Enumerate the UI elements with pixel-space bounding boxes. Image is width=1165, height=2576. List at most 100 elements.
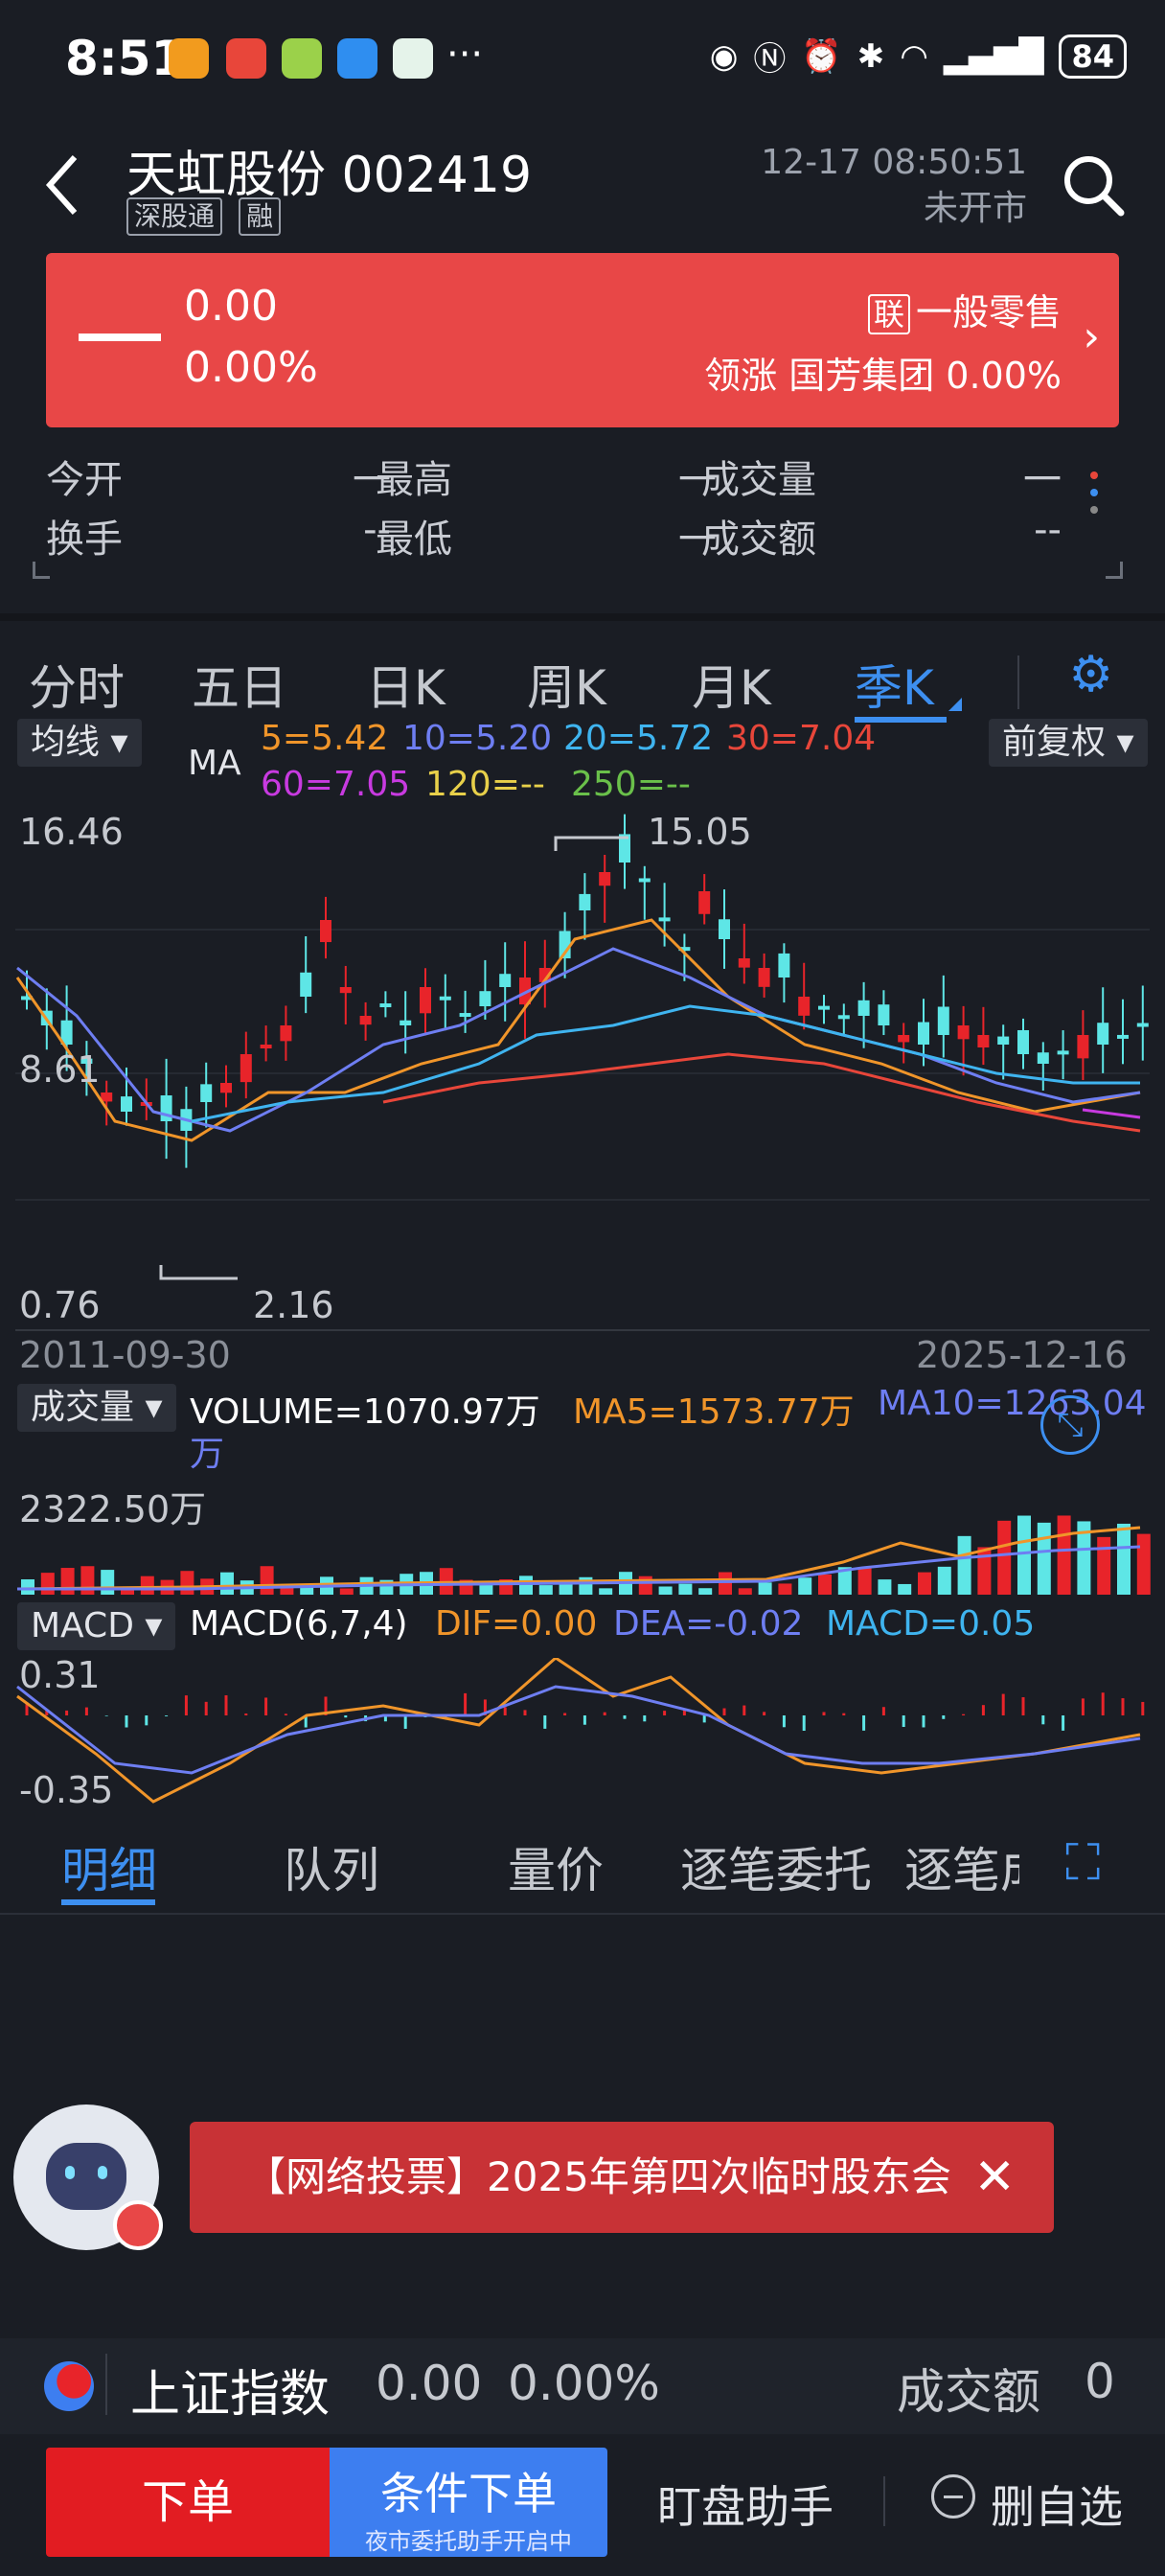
remove-watchlist-button[interactable]: 删自选: [991, 2472, 1123, 2536]
ma-selector-dropdown[interactable]: 均线 ▾: [17, 719, 142, 767]
candle-body: [878, 1004, 890, 1025]
tab-quarterly-k[interactable]: 季K: [855, 650, 934, 719]
candle-body: [1017, 1029, 1029, 1054]
conditional-order-button[interactable]: 条件下单 夜市委托助手开启中: [330, 2448, 607, 2557]
candle-body: [798, 997, 811, 1016]
tab-daily-k[interactable]: 日K: [366, 650, 445, 719]
candle-body: [479, 991, 491, 1006]
bluetooth-icon: ✱: [857, 36, 885, 76]
macd-value: MACD=0.05: [826, 1604, 1036, 1644]
volume-ma5: MA5=1573.77万: [573, 1392, 855, 1432]
price-change-pct: 0.00%: [184, 343, 318, 392]
ma60-legend: 60=7.05: [261, 765, 411, 804]
candle-body: [240, 1054, 252, 1083]
index-logo-icon: [44, 2361, 94, 2411]
volume-chart: [16, 1515, 1151, 1595]
stat-label: 最高: [376, 458, 452, 502]
volume-value: VOLUME=1070.97万: [190, 1392, 540, 1432]
stat-value: 一: [678, 458, 717, 502]
tab-tick-trades[interactable]: 逐笔成交: [904, 1832, 1019, 1901]
candle-body: [1136, 1023, 1149, 1027]
candle-body: [459, 1013, 471, 1018]
ma5-legend: 5=5.42: [261, 719, 389, 758]
price-axis-top: 16.46: [19, 811, 124, 853]
volume-bar: [758, 1582, 772, 1595]
gear-icon[interactable]: ⚙: [1068, 646, 1113, 703]
tab-five-day[interactable]: 五日: [192, 650, 287, 719]
candle-body: [320, 920, 331, 943]
volume-bar: [60, 1568, 75, 1595]
volume-bar: [937, 1566, 951, 1595]
candle-body: [400, 1020, 412, 1025]
tab-detail[interactable]: 明细: [61, 1832, 157, 1901]
tab-intraday[interactable]: 分时: [29, 650, 125, 719]
app-notification-icon: [337, 38, 377, 79]
high-price-label: 15.05: [648, 811, 752, 853]
notice-banner[interactable]: 【网络投票】2025年第四次临时股东会 ✕: [190, 2122, 1054, 2233]
candle-body: [439, 996, 451, 1000]
stat-label: 换手: [46, 518, 123, 562]
macd-selector-dropdown[interactable]: MACD ▾: [17, 1602, 176, 1650]
end-date: 2025-12-16: [916, 1334, 1128, 1376]
candle-body: [121, 1096, 132, 1112]
candle-body: [698, 891, 711, 914]
price-banner[interactable]: 0.00 0.00% 联一般零售 领涨 国芳集团 0.00% ›: [46, 253, 1119, 427]
volume-bar: [957, 1535, 971, 1595]
candle-body: [1117, 1034, 1129, 1039]
ma250-legend: 250=--: [571, 765, 691, 804]
volume-bar: [977, 1547, 992, 1595]
order-button[interactable]: 下单: [46, 2448, 330, 2557]
dropdown-triangle-icon: [948, 698, 962, 711]
search-icon[interactable]: [1060, 151, 1127, 218]
active-subtab-underline: [61, 1899, 155, 1905]
tab-volume-price[interactable]: 量价: [508, 1832, 604, 1901]
macd-chart: [16, 1658, 1145, 1804]
candle-body: [220, 1083, 232, 1093]
volume-bar: [818, 1574, 832, 1595]
candle-body: [1057, 1050, 1069, 1055]
candle-body: [957, 1025, 970, 1040]
close-icon[interactable]: ✕: [973, 2122, 1016, 2233]
tab-tick-orders[interactable]: 逐笔委托: [680, 1832, 872, 1901]
ma30-legend: 30=7.04: [726, 719, 877, 758]
candle-body: [499, 974, 512, 987]
volume-bar: [559, 1582, 573, 1595]
assistant-robot-avatar[interactable]: [13, 2104, 163, 2250]
more-dots-icon[interactable]: [1090, 472, 1100, 514]
tab-queue[interactable]: 队列: [284, 1832, 379, 1901]
volume-selector-dropdown[interactable]: 成交量 ▾: [17, 1384, 176, 1432]
index-value: 0.00: [376, 2356, 483, 2411]
status-bar: 8:51 ··· ◉ Ⓝ ⏰ ✱ ◠ ▂▄▆█ 84: [0, 0, 1165, 115]
volume-bar: [339, 1588, 354, 1595]
stock-header: 天虹股份 002419 深股通 融 12-17 08:50:51 未开市: [0, 125, 1165, 249]
volume-ma10: MA10=1263.04: [878, 1384, 1147, 1423]
candle-body: [1097, 1023, 1109, 1045]
fullscreen-icon[interactable]: ⛶: [1065, 1834, 1100, 1893]
macd-dif-line: [16, 1658, 1141, 1804]
volume-bar: [1017, 1515, 1031, 1595]
minus-circle-icon: [931, 2474, 975, 2518]
corner-bracket-right: [1106, 562, 1123, 579]
volume-bar: [260, 1566, 274, 1595]
expand-chart-icon[interactable]: ⤡: [1040, 1395, 1100, 1455]
volume-bar: [878, 1579, 892, 1595]
index-ticker-bar[interactable]: 上证指数 0.00 0.00% 成交额 0: [0, 2338, 1165, 2434]
adjust-dropdown[interactable]: 前复权 ▾: [989, 719, 1148, 767]
price-value: 0.00: [184, 282, 278, 331]
volume-bar: [220, 1572, 234, 1595]
tab-weekly-k[interactable]: 周K: [527, 650, 606, 719]
candle-body: [599, 872, 611, 886]
tab-monthly-k[interactable]: 月K: [692, 650, 771, 719]
market-status: 未开市: [923, 189, 1027, 228]
nfc-icon: Ⓝ: [753, 40, 787, 79]
eye-icon: ◉: [709, 36, 739, 76]
volume-bar: [101, 1570, 115, 1595]
kline-chart[interactable]: [0, 805, 1165, 1332]
volume-bar: [918, 1572, 931, 1595]
candle-body: [778, 953, 790, 978]
quote-datetime: 12-17 08:50:51: [761, 143, 1027, 182]
back-icon[interactable]: [42, 151, 80, 233]
watch-helper-button[interactable]: 盯盘助手: [657, 2472, 834, 2536]
sector-name: 一般零售: [915, 291, 1062, 334]
turnover-label: 成交额: [897, 2364, 1040, 2420]
